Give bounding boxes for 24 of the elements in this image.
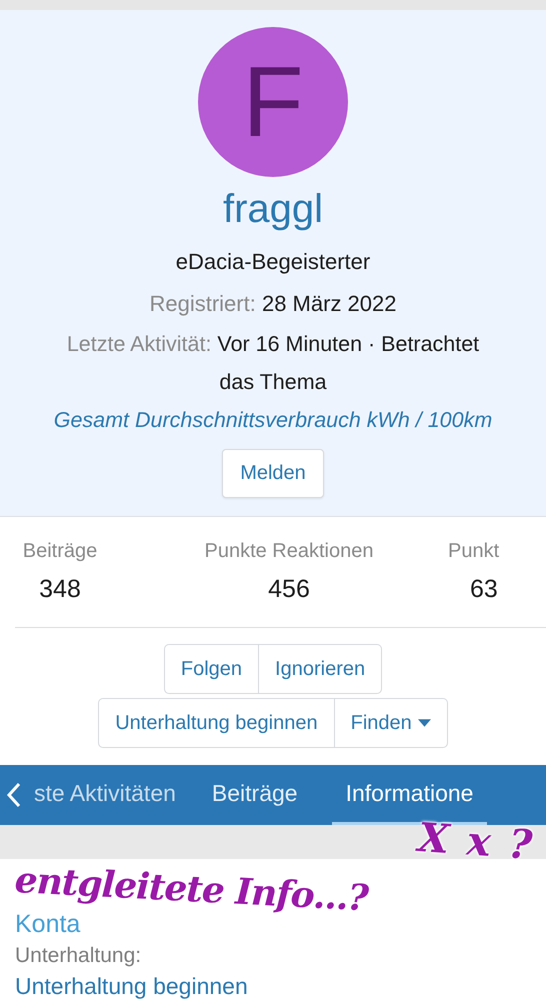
section-heading: Konta: [15, 909, 80, 940]
thread-link[interactable]: Gesamt Durchschnittsverbrauch kWh / 100km: [54, 401, 492, 439]
stat-label: Punkte Reaktionen: [204, 539, 374, 564]
stat-value[interactable]: 456: [268, 569, 310, 609]
registered-label: Registriert:: [149, 291, 256, 316]
tab[interactable]: ste Aktivitäten: [32, 765, 178, 825]
action-button[interactable]: Finden: [334, 698, 448, 748]
tab[interactable]: Beiträge: [210, 765, 300, 825]
start-conversation-link[interactable]: Unterhaltung beginnen: [15, 971, 248, 1000]
report-button[interactable]: Melden: [222, 449, 324, 498]
last-activity-text: Letzte Aktivität: Vor 16 Minuten · Betrachtet das Thema Gesamt Durchschnittsverbrauch kWh / 100km: [53, 325, 493, 439]
action-button[interactable]: Ignorieren: [259, 644, 382, 694]
registered-date: 28 März 2022: [262, 291, 396, 316]
avatar: F: [198, 27, 348, 177]
stat-value[interactable]: 63: [470, 569, 498, 609]
stat-label: Beiträge: [22, 539, 98, 564]
action-button[interactable]: Unterhaltung beginnen: [98, 698, 335, 748]
chevron-left-icon[interactable]: [6, 782, 22, 808]
stat-value[interactable]: 348: [39, 569, 81, 609]
action-button[interactable]: Folgen: [164, 644, 260, 694]
field-label: Unterhaltung:: [15, 943, 142, 969]
user-title: eDacia-Begeisterter: [176, 248, 370, 276]
username[interactable]: fraggl: [222, 185, 324, 233]
stat-label: Punkt: [448, 539, 500, 564]
